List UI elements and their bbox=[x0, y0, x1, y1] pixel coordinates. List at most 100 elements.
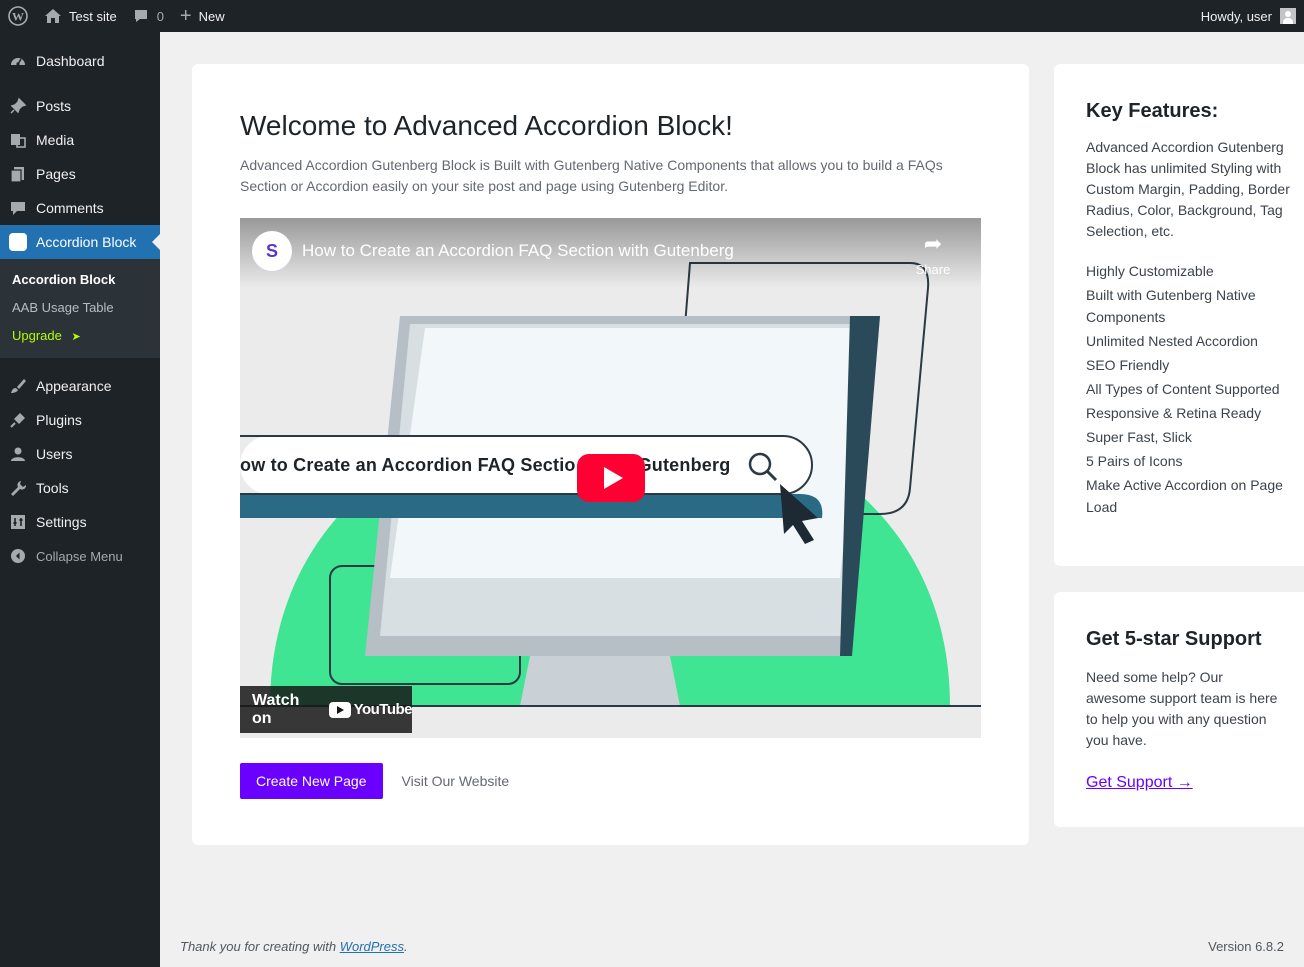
footer-thanks: Thank you for creating with WordPress. bbox=[180, 939, 408, 954]
welcome-card: Welcome to Advanced Accordion Block! Adv… bbox=[192, 64, 1029, 845]
admin-bar: W Test site 0 + New Howdy, user bbox=[0, 0, 1304, 32]
sidebar-item-label: Tools bbox=[36, 480, 69, 496]
share-label: Share bbox=[915, 262, 951, 277]
svg-text:W: W bbox=[12, 10, 24, 24]
sidebar-item-label: Settings bbox=[36, 514, 87, 530]
list-item: 5 Pairs of Icons bbox=[1086, 453, 1183, 469]
wordpress-logo-icon[interactable]: W bbox=[0, 0, 36, 32]
youtube-video-embed[interactable]: S How to Create an Accordion FAQ Section… bbox=[240, 218, 981, 738]
settings-icon bbox=[0, 513, 36, 531]
footer-thanks-prefix: Thank you for creating with bbox=[180, 939, 340, 954]
sidebar-item-label: Plugins bbox=[36, 412, 82, 428]
watch-on-youtube-button[interactable]: Watch on YouTube bbox=[240, 686, 413, 733]
welcome-actions: Create New Page Visit Our Website bbox=[240, 763, 981, 799]
page-title: Welcome to Advanced Accordion Block! bbox=[240, 110, 733, 141]
sidebar-item-label: Comments bbox=[36, 200, 104, 216]
plus-icon: + bbox=[179, 5, 192, 27]
collapse-menu-label: Collapse Menu bbox=[36, 548, 123, 564]
sidebar-item-posts[interactable]: Posts bbox=[0, 89, 160, 123]
features-title: Key Features: bbox=[1086, 100, 1219, 122]
sidebar-item-label: Users bbox=[36, 446, 73, 462]
sidebar-item-settings[interactable]: Settings bbox=[0, 505, 160, 539]
collapse-arrow-icon bbox=[0, 548, 36, 564]
admin-sidebar: Dashboard Posts Media Pages Comments Acc… bbox=[0, 32, 160, 967]
site-name: Test site bbox=[69, 8, 117, 24]
wrench-icon bbox=[0, 479, 36, 497]
comments-count: 0 bbox=[156, 8, 164, 24]
thumbnail-search-text-head: ow to Create an Accordion FAQ Sectio bbox=[240, 455, 576, 475]
media-icon bbox=[0, 131, 36, 149]
youtube-play-icon bbox=[328, 701, 351, 718]
new-content-link[interactable]: + New bbox=[172, 0, 233, 32]
comment-icon bbox=[134, 10, 147, 22]
sidebar-item-label: Appearance bbox=[36, 378, 112, 394]
upgrade-label: Upgrade bbox=[12, 328, 62, 343]
pin-icon bbox=[0, 97, 36, 115]
submenu-item-accordion-block[interactable]: Accordion Block bbox=[0, 266, 160, 294]
feature-list: Highly Customizable Built with Gutenberg… bbox=[1086, 260, 1296, 518]
create-new-page-button[interactable]: Create New Page bbox=[240, 763, 383, 799]
share-button[interactable]: ➦ Share bbox=[913, 231, 953, 278]
channel-logo[interactable]: S bbox=[252, 231, 292, 271]
sidebar-item-label: Dashboard bbox=[36, 53, 105, 69]
key-features-card: Key Features: Advanced Accordion Gutenbe… bbox=[1054, 64, 1304, 566]
sidebar-item-accordion-block[interactable]: Accordion Block bbox=[0, 225, 160, 259]
sidebar-item-label: Posts bbox=[36, 98, 72, 114]
get-support-link[interactable]: Get Support → bbox=[1086, 774, 1193, 792]
list-item: Highly Customizable bbox=[1086, 263, 1214, 279]
collapse-menu-button[interactable]: Collapse Menu bbox=[0, 539, 160, 573]
sidebar-item-label: Media bbox=[36, 132, 75, 148]
list-item: Make Active Accordion on Page Load bbox=[1086, 477, 1283, 515]
sidebar-item-media[interactable]: Media bbox=[0, 123, 160, 157]
accordion-submenu: Accordion Block AAB Usage Table Upgrade … bbox=[0, 259, 160, 358]
youtube-wordmark: YouTube bbox=[353, 701, 413, 718]
sidebar-item-label: Accordion Block bbox=[36, 234, 137, 250]
support-title: Get 5-star Support bbox=[1086, 628, 1262, 650]
pages-icon bbox=[0, 165, 36, 183]
watch-on-label: Watch on bbox=[252, 691, 300, 727]
sidebar-item-plugins[interactable]: Plugins bbox=[0, 403, 160, 437]
submenu-item-upgrade[interactable]: Upgrade ➤ bbox=[0, 322, 160, 350]
features-description: Advanced Accordion Gutenberg Block has u… bbox=[1086, 139, 1290, 239]
user-icon bbox=[0, 445, 36, 463]
howdy-text: Howdy, user bbox=[1200, 8, 1272, 24]
sidebar-item-pages[interactable]: Pages bbox=[0, 157, 160, 191]
play-button[interactable] bbox=[577, 454, 645, 502]
sidebar-item-tools[interactable]: Tools bbox=[0, 471, 160, 505]
welcome-description: Advanced Accordion Gutenberg Block is Bu… bbox=[240, 157, 943, 194]
support-card: Get 5-star Support Need some help? Our a… bbox=[1054, 592, 1304, 827]
footer-thanks-suffix: . bbox=[404, 939, 408, 954]
my-account-link[interactable]: Howdy, user bbox=[1193, 0, 1304, 32]
sidebar-item-users[interactable]: Users bbox=[0, 437, 160, 471]
submenu-item-usage-table[interactable]: AAB Usage Table bbox=[0, 294, 160, 322]
sidebar-item-label: Pages bbox=[36, 166, 76, 182]
home-icon bbox=[45, 9, 61, 23]
list-item: All Types of Content Supported bbox=[1086, 381, 1280, 397]
plugin-icon bbox=[0, 411, 36, 429]
list-item: Unlimited Nested Accordion bbox=[1086, 333, 1258, 349]
comment-icon bbox=[0, 199, 36, 217]
sidebar-item-dashboard[interactable]: Dashboard bbox=[0, 44, 160, 78]
thumbnail-search-text: ow to Create an Accordion FAQ Sectio Gute… bbox=[240, 455, 730, 476]
footer-version: Version 6.8.2 bbox=[1208, 939, 1284, 954]
site-name-link[interactable]: Test site bbox=[36, 0, 125, 32]
dashboard-icon bbox=[0, 52, 36, 70]
list-item: Responsive & Retina Ready bbox=[1086, 405, 1262, 421]
support-description: Need some help? Our awesome support team… bbox=[1086, 669, 1278, 748]
sidebar-item-comments[interactable]: Comments bbox=[0, 191, 160, 225]
comments-link[interactable]: 0 bbox=[125, 0, 172, 32]
new-label: New bbox=[198, 8, 225, 24]
list-item: SEO Friendly bbox=[1086, 357, 1170, 373]
brush-icon bbox=[0, 377, 36, 395]
share-icon: ➦ bbox=[923, 231, 943, 256]
sidebar-item-appearance[interactable]: Appearance bbox=[0, 369, 160, 403]
avatar bbox=[1280, 8, 1296, 24]
video-title[interactable]: How to Create an Accordion FAQ Section w… bbox=[302, 241, 734, 261]
list-item: Super Fast, Slick bbox=[1086, 429, 1192, 445]
accordion-block-icon bbox=[0, 232, 36, 252]
wordpress-link[interactable]: WordPress bbox=[340, 939, 404, 954]
list-item: Built with Gutenberg Native Components bbox=[1086, 287, 1256, 325]
arrow-right-icon: ➤ bbox=[71, 331, 81, 343]
thumbnail-search-text-tail: Gutenberg bbox=[637, 455, 731, 475]
visit-website-link[interactable]: Visit Our Website bbox=[402, 773, 510, 789]
